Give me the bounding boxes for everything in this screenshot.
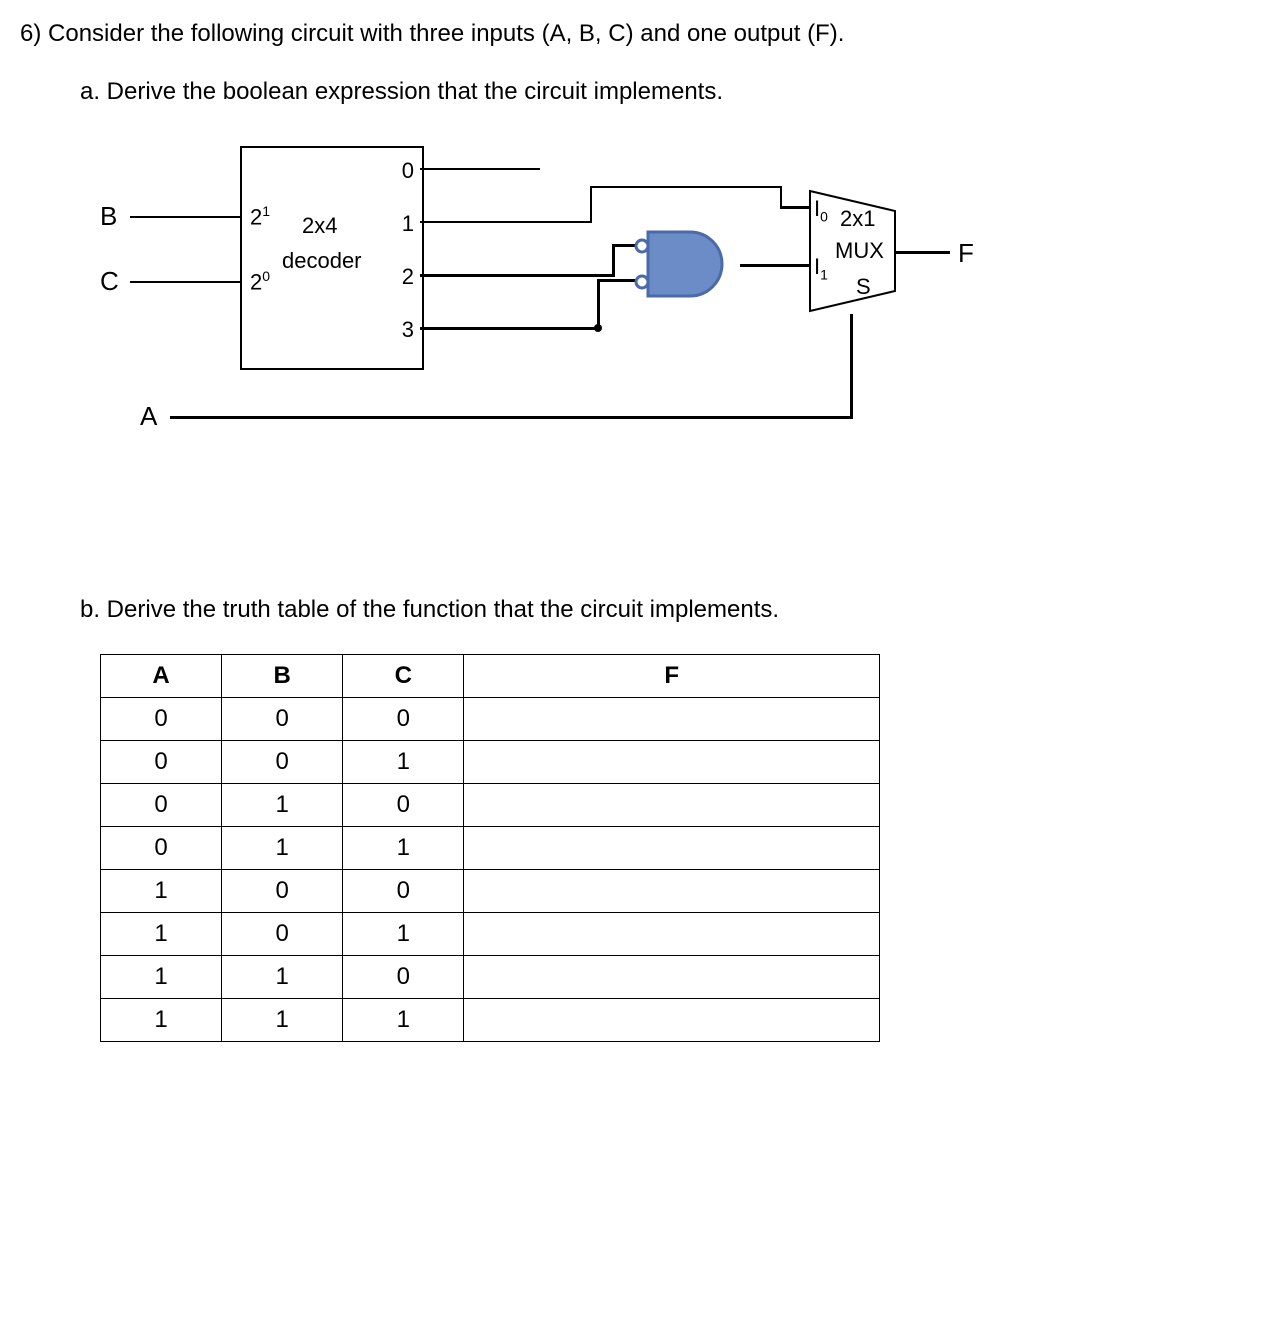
cell-b: 0 xyxy=(222,913,343,956)
table-row: 110 xyxy=(101,956,880,999)
part-a-text: a. Derive the boolean expression that th… xyxy=(80,78,1262,106)
cell-c: 0 xyxy=(343,698,464,741)
table-row: 000 xyxy=(101,698,880,741)
cell-b: 0 xyxy=(222,698,343,741)
cell-a: 1 xyxy=(101,870,222,913)
cell-c: 0 xyxy=(343,784,464,827)
decoder-bit-high: 21 xyxy=(250,203,270,230)
decoder-bit-low: 20 xyxy=(250,268,270,295)
mux-i1-label: I1 xyxy=(814,254,828,282)
table-row: 101 xyxy=(101,913,880,956)
cell-b: 1 xyxy=(222,784,343,827)
cell-f xyxy=(464,870,880,913)
cell-f xyxy=(464,913,880,956)
cell-a: 0 xyxy=(101,827,222,870)
table-header-row: A B C F xyxy=(101,655,880,698)
cell-c: 0 xyxy=(343,956,464,999)
cell-c: 1 xyxy=(343,741,464,784)
wire-c xyxy=(130,281,240,283)
junction-out3 xyxy=(594,324,602,332)
cell-f xyxy=(464,741,880,784)
cell-f xyxy=(464,698,880,741)
cell-c: 1 xyxy=(343,913,464,956)
wire-dec-3a xyxy=(420,327,600,330)
wire-dec-1a xyxy=(420,221,590,223)
cell-b: 0 xyxy=(222,741,343,784)
wire-dec-1d xyxy=(780,186,782,206)
wire-f xyxy=(895,251,950,254)
cell-a: 1 xyxy=(101,999,222,1042)
wire-dec-2b xyxy=(612,244,615,277)
circuit-diagram: B C 21 20 2x4 decoder 0 1 2 3 xyxy=(100,136,1000,496)
wire-a2 xyxy=(850,314,853,419)
decoder-out-0: 0 xyxy=(402,158,414,184)
cell-b: 1 xyxy=(222,956,343,999)
wire-b xyxy=(130,216,240,218)
wire-dec-3b xyxy=(597,279,600,330)
question-text: 6) Consider the following circuit with t… xyxy=(20,20,1262,48)
cell-c: 0 xyxy=(343,870,464,913)
header-a: A xyxy=(101,655,222,698)
decoder-out-2: 2 xyxy=(402,264,414,290)
cell-a: 0 xyxy=(101,698,222,741)
table-row: 100 xyxy=(101,870,880,913)
cell-f xyxy=(464,784,880,827)
wire-dec-1c xyxy=(590,186,780,188)
cell-c: 1 xyxy=(343,827,464,870)
table-row: 011 xyxy=(101,827,880,870)
wire-a1 xyxy=(170,416,852,419)
header-f: F xyxy=(464,655,880,698)
mux-mux-label: MUX xyxy=(835,238,884,264)
decoder-out-3: 3 xyxy=(402,317,414,343)
wire-dec-0 xyxy=(420,168,540,170)
wire-dec-2a xyxy=(420,274,615,277)
cell-b: 1 xyxy=(222,827,343,870)
mux-2x1-label: 2x1 xyxy=(840,206,875,232)
cell-b: 1 xyxy=(222,999,343,1042)
header-c: C xyxy=(343,655,464,698)
cell-a: 1 xyxy=(101,913,222,956)
cell-c: 1 xyxy=(343,999,464,1042)
decoder-box: 21 20 2x4 decoder 0 1 2 3 xyxy=(240,146,424,370)
mux-s-label: S xyxy=(856,274,871,300)
input-a-label: A xyxy=(140,401,157,432)
decoder-label-2x4: 2x4 xyxy=(302,213,337,239)
decoder-out-1: 1 xyxy=(402,211,414,237)
header-b: B xyxy=(222,655,343,698)
cell-a: 0 xyxy=(101,741,222,784)
decoder-label-text: decoder xyxy=(282,248,362,274)
input-c-label: C xyxy=(100,266,119,297)
cell-a: 1 xyxy=(101,956,222,999)
output-f-label: F xyxy=(958,238,974,269)
mux-i0-label: I0 xyxy=(814,196,828,224)
nand-gate-icon xyxy=(630,224,750,304)
cell-b: 0 xyxy=(222,870,343,913)
table-row: 010 xyxy=(101,784,880,827)
cell-a: 0 xyxy=(101,784,222,827)
input-b-label: B xyxy=(100,201,117,232)
wire-dec-1b xyxy=(590,186,592,223)
table-row: 001 xyxy=(101,741,880,784)
part-b-text: b. Derive the truth table of the functio… xyxy=(80,596,1262,624)
cell-f xyxy=(464,956,880,999)
truth-table: A B C F 000 001 010 011 100 101 110 111 xyxy=(100,654,880,1042)
table-row: 111 xyxy=(101,999,880,1042)
cell-f xyxy=(464,999,880,1042)
cell-f xyxy=(464,827,880,870)
